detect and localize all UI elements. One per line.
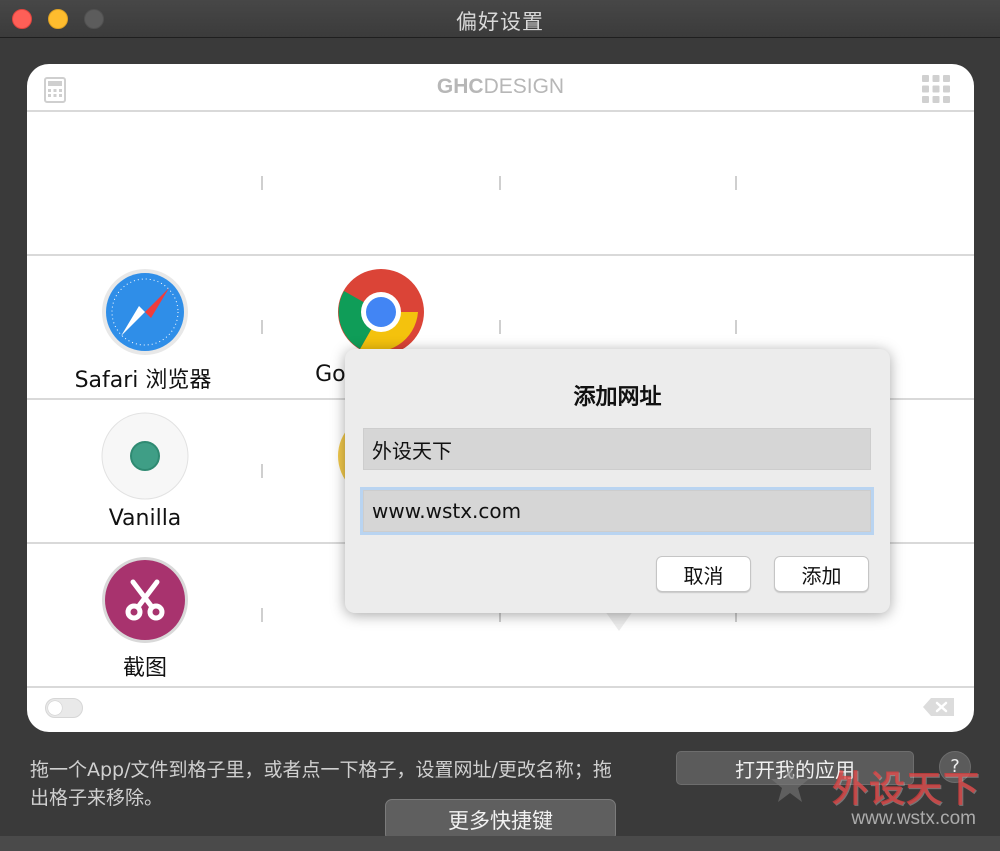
add-button[interactable]: 添加 [774, 556, 869, 592]
chrome-icon [338, 269, 424, 355]
watermark: 外设天下 www.wstx.com [770, 752, 990, 847]
watermark-text: 外设天下 [831, 769, 980, 810]
add-url-popover: 添加网址 取消 添加 [345, 349, 890, 613]
grid-apps-icon[interactable] [922, 75, 950, 107]
panel-footer [27, 688, 974, 732]
grid-cell-screenshot[interactable]: 截图 [27, 544, 263, 686]
site-name-field[interactable] [363, 428, 871, 470]
watermark-star-icon [771, 766, 809, 802]
app-label: 截图 [122, 656, 167, 681]
window-title: 偏好设置 [456, 10, 544, 34]
bottom-strip [0, 836, 1000, 851]
brand-logo: GHCDESIGN [436, 75, 565, 98]
vanilla-icon [101, 412, 189, 500]
cell-divider [735, 320, 737, 334]
url-field[interactable] [363, 490, 871, 532]
app-label: C [131, 506, 381, 531]
panel-header: GHCDESIGN [27, 64, 974, 112]
cancel-button[interactable]: 取消 [656, 556, 751, 592]
edit-mode-toggle[interactable] [45, 698, 83, 718]
watermark-url: www.wstx.com [851, 808, 976, 829]
cell-divider [499, 320, 501, 334]
title-bar: 偏好设置 [0, 0, 1000, 38]
preferences-window: 偏好设置 GHCDESIGN Safari 浏览器 Vanilla 截图 添加网… [0, 0, 1000, 851]
delete-backspace-icon[interactable] [922, 697, 956, 721]
cell-divider [499, 176, 501, 190]
cell-divider [735, 176, 737, 190]
scissors-icon [102, 557, 188, 643]
app-label: Goog [73, 362, 373, 387]
safari-icon [102, 269, 188, 355]
popover-arrow [605, 611, 633, 631]
more-shortcuts-button[interactable]: 更多快捷键 [385, 799, 616, 841]
cell-divider [261, 176, 263, 190]
grid-row [27, 112, 974, 256]
dialog-title: 添加网址 [573, 385, 662, 410]
